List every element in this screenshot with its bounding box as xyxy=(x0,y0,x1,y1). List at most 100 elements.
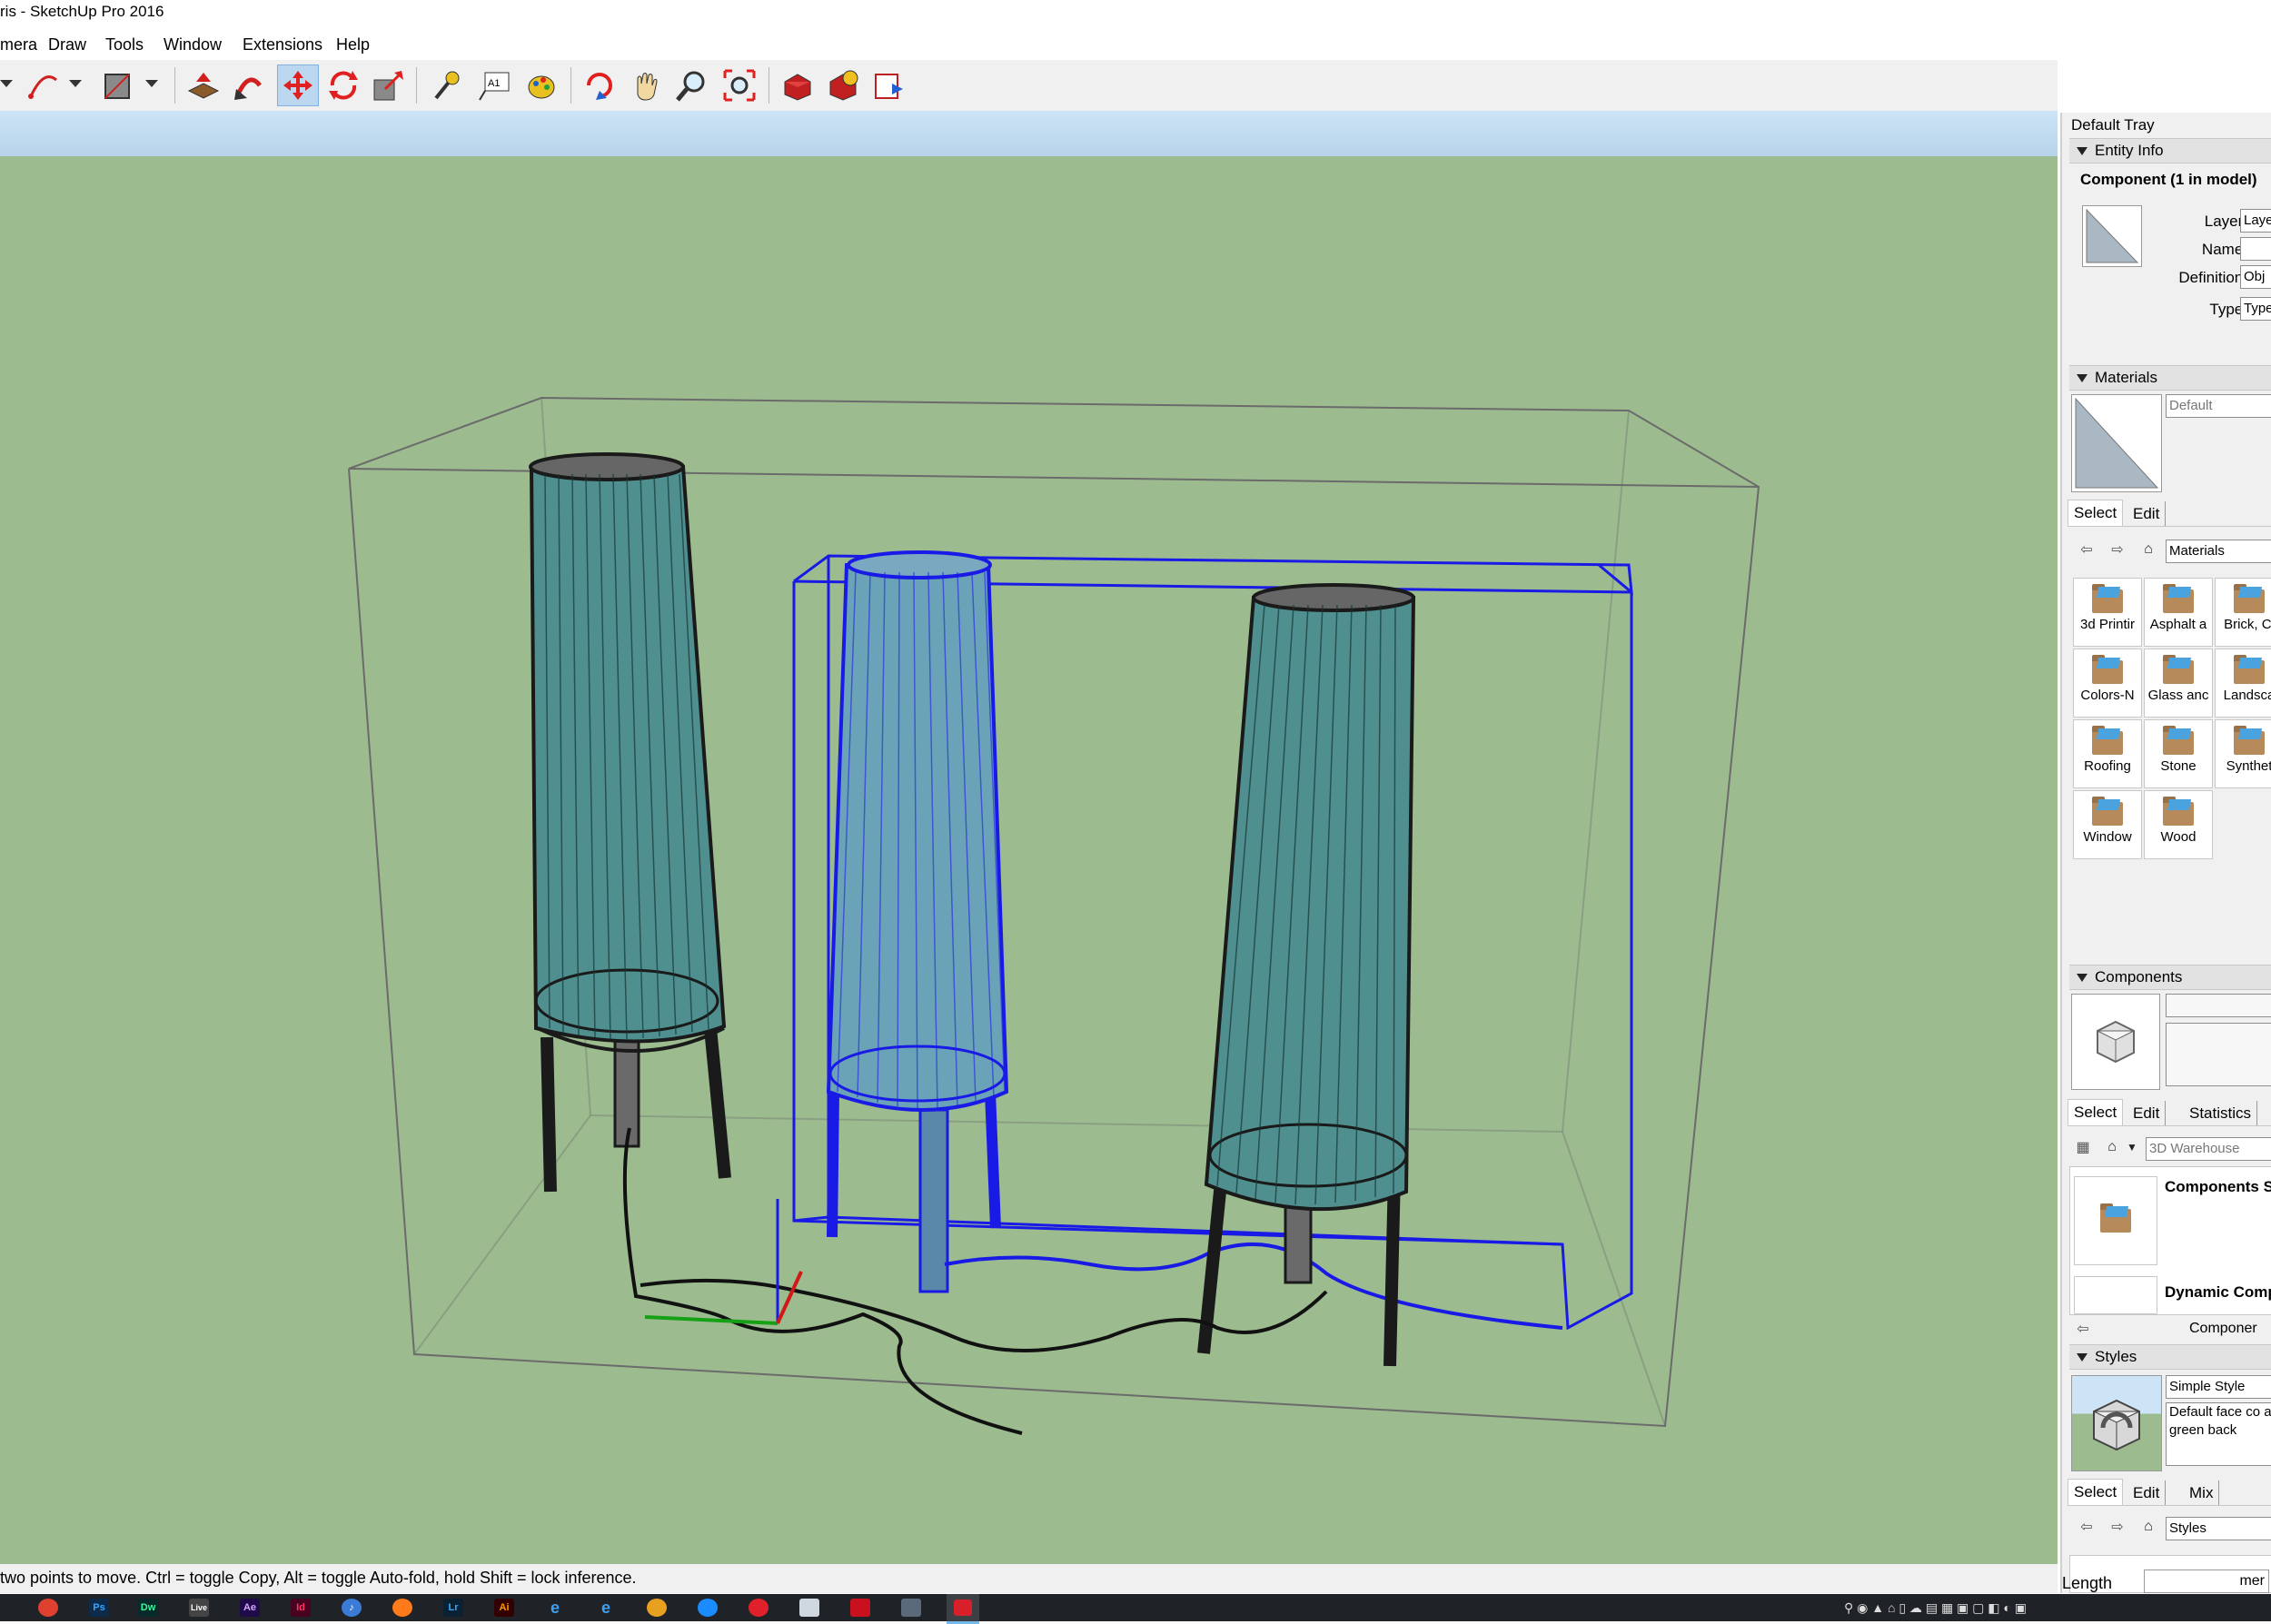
components-search-input[interactable]: 3D Warehouse xyxy=(2146,1137,2271,1161)
material-folder[interactable]: Brick, Cl xyxy=(2215,578,2271,647)
menu-window[interactable]: Window xyxy=(164,35,222,54)
components-tab-statistics[interactable]: Statistics xyxy=(2184,1101,2258,1126)
3d-warehouse-icon[interactable] xyxy=(778,65,818,105)
edge-taskbar-icon[interactable]: e xyxy=(596,1599,616,1617)
back-arrow-icon[interactable]: ⇦ xyxy=(2077,1517,2097,1537)
rotate-tool-icon[interactable] xyxy=(323,65,363,105)
scale-tool-icon[interactable] xyxy=(369,65,409,105)
indesign-taskbar-icon[interactable]: Id xyxy=(291,1599,311,1617)
ableton-live-taskbar-icon[interactable]: Live xyxy=(189,1599,209,1617)
arc-tool-icon[interactable] xyxy=(24,65,64,105)
shape-tool-icon[interactable] xyxy=(98,65,138,105)
opera-taskbar-icon[interactable] xyxy=(749,1599,769,1617)
type-field[interactable]: Type xyxy=(2240,297,2271,321)
home-icon[interactable]: ⌂ xyxy=(2138,540,2158,559)
sketchup-taskbar-icon[interactable] xyxy=(947,1594,979,1624)
style-name-field[interactable]: Simple Style xyxy=(2166,1375,2271,1399)
itunes-taskbar-icon[interactable]: ♪ xyxy=(342,1599,362,1617)
material-folder[interactable]: Asphalt a xyxy=(2144,578,2213,647)
back-arrow-icon[interactable]: ⇦ xyxy=(2073,1319,2093,1339)
paint-bucket-icon[interactable] xyxy=(520,65,560,105)
styles-tab-mix[interactable]: Mix xyxy=(2184,1480,2220,1506)
forward-arrow-icon[interactable]: ⇨ xyxy=(2107,1517,2127,1537)
name-field[interactable] xyxy=(2240,237,2271,261)
orbit-icon[interactable] xyxy=(580,65,620,105)
component-name-field[interactable] xyxy=(2166,994,2271,1017)
components-sampler-thumbnail[interactable] xyxy=(2074,1176,2157,1265)
definition-field[interactable]: Obj xyxy=(2240,265,2271,289)
styles-tab-select[interactable]: Select xyxy=(2068,1479,2124,1505)
styles-header[interactable]: Styles xyxy=(2069,1344,2271,1370)
acrobat-taskbar-icon[interactable] xyxy=(850,1599,870,1617)
dropdown-arrow-icon[interactable]: ▼ xyxy=(2122,1137,2142,1157)
arc-dropdown-arrow[interactable] xyxy=(69,80,82,87)
mail-taskbar-icon[interactable] xyxy=(799,1599,819,1617)
styles-library-select[interactable]: Styles xyxy=(2166,1517,2271,1540)
shape-dropdown-arrow[interactable] xyxy=(145,80,158,87)
zoom-icon[interactable] xyxy=(672,65,712,105)
components-header[interactable]: Components xyxy=(2069,965,2271,990)
push-pull-icon[interactable] xyxy=(183,65,223,105)
material-folder[interactable]: Colors-N xyxy=(2073,649,2142,718)
after-effects-taskbar-icon[interactable]: Ae xyxy=(240,1599,260,1617)
firefox-taskbar-icon[interactable] xyxy=(392,1599,412,1617)
app-taskbar-icon[interactable] xyxy=(698,1599,718,1617)
tray-title: Default Tray xyxy=(2071,116,2155,134)
menu-help[interactable]: Help xyxy=(336,35,370,54)
measurements-box[interactable]: mer xyxy=(2144,1570,2269,1593)
material-folder[interactable]: Glass anc xyxy=(2144,649,2213,718)
style-description-field[interactable]: Default face co and green back xyxy=(2166,1402,2271,1466)
dreamweaver-taskbar-icon[interactable]: Dw xyxy=(138,1599,158,1617)
materials-tab-edit[interactable]: Edit xyxy=(2127,501,2167,527)
material-folder[interactable]: Landsca xyxy=(2215,649,2271,718)
dynamic-components-thumbnail[interactable] xyxy=(2074,1276,2157,1314)
extension-warehouse-icon[interactable] xyxy=(823,65,863,105)
materials-tab-select[interactable]: Select xyxy=(2068,500,2124,526)
components-list-item[interactable]: Dynamic Comp xyxy=(2165,1283,2271,1302)
toolbar-dropdown-arrow[interactable] xyxy=(0,80,13,87)
pan-hand-icon[interactable] xyxy=(627,65,667,105)
lightroom-taskbar-icon[interactable]: Lr xyxy=(443,1599,463,1617)
material-folder[interactable]: Roofing xyxy=(2073,719,2142,788)
scene-canvas[interactable] xyxy=(0,111,2058,1564)
follow-me-icon[interactable] xyxy=(229,65,269,105)
forward-arrow-icon[interactable]: ⇨ xyxy=(2107,540,2127,559)
back-arrow-icon[interactable]: ⇦ xyxy=(2077,540,2097,559)
menu-camera[interactable]: mera xyxy=(0,35,37,54)
entity-info-header[interactable]: Entity Info xyxy=(2069,138,2271,163)
home-icon[interactable]: ⌂ xyxy=(2102,1137,2122,1157)
home-icon[interactable]: ⌂ xyxy=(2138,1517,2158,1537)
internet-explorer-taskbar-icon[interactable]: e xyxy=(545,1599,565,1617)
zoom-extents-icon[interactable] xyxy=(719,65,759,105)
styles-tab-edit[interactable]: Edit xyxy=(2127,1480,2167,1506)
move-tool-icon[interactable] xyxy=(277,64,319,106)
material-folder[interactable]: Wood xyxy=(2144,790,2213,859)
menu-extensions[interactable]: Extensions xyxy=(243,35,322,54)
tape-measure-icon[interactable] xyxy=(427,65,467,105)
material-folder[interactable]: Synthet xyxy=(2215,719,2271,788)
photoshop-taskbar-icon[interactable]: Ps xyxy=(89,1599,109,1617)
materials-header[interactable]: Materials xyxy=(2069,365,2271,391)
components-tab-select[interactable]: Select xyxy=(2068,1099,2124,1125)
bridge-taskbar-icon[interactable] xyxy=(647,1599,667,1617)
material-preview xyxy=(2071,394,2162,492)
illustrator-taskbar-icon[interactable]: Ai xyxy=(494,1599,514,1617)
send-to-layout-icon[interactable] xyxy=(868,65,908,105)
model-viewport[interactable] xyxy=(0,111,2058,1564)
photos-taskbar-icon[interactable] xyxy=(901,1599,921,1617)
text-tool-icon[interactable]: A1 xyxy=(474,65,514,105)
chrome-taskbar-icon[interactable] xyxy=(38,1599,58,1617)
menu-tools[interactable]: Tools xyxy=(105,35,144,54)
layer-field[interactable]: Laye xyxy=(2240,209,2271,233)
system-tray-icons[interactable]: ⚲ ◉ ▲ ⌂ ▯ ☁ ▤ ▦ ▣ ▢ ◧ ◐ ▣ xyxy=(1844,1599,2027,1617)
material-folder[interactable]: Window xyxy=(2073,790,2142,859)
components-tab-edit[interactable]: Edit xyxy=(2127,1101,2167,1126)
material-folder[interactable]: 3d Printir xyxy=(2073,578,2142,647)
components-list-item[interactable]: Components S xyxy=(2165,1178,2271,1196)
view-options-icon[interactable]: ▦ xyxy=(2073,1137,2093,1157)
material-folder[interactable]: Stone xyxy=(2144,719,2213,788)
component-description-field[interactable] xyxy=(2166,1023,2271,1086)
materials-library-select[interactable]: Materials xyxy=(2166,540,2271,563)
menu-draw[interactable]: Draw xyxy=(48,35,86,54)
material-name-field[interactable]: Default xyxy=(2166,394,2271,418)
